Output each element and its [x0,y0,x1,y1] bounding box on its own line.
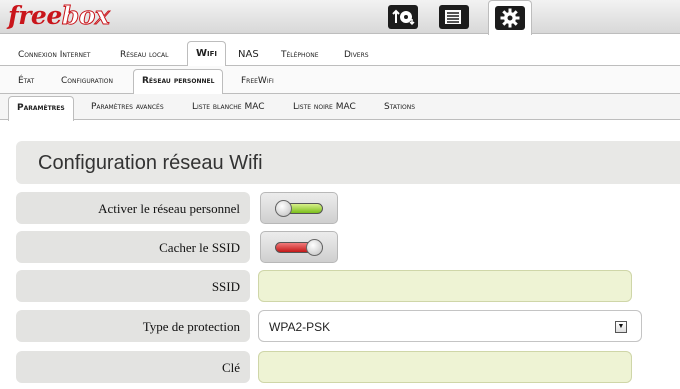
tab-stations[interactable]: Stations [384,102,415,112]
toggle-knob[interactable] [306,239,323,256]
protection-type-select[interactable]: WPA2-PSK ▼ [258,310,642,342]
files-icon[interactable] [432,0,476,34]
toggle-knob[interactable] [275,200,292,217]
tab-reseau-local[interactable]: Réseau local [120,50,169,60]
freebox-logo[interactable]: freebox [8,1,110,31]
activate-network-toggle[interactable] [260,192,338,224]
tertiary-tabs: Paramètres Paramètres avancés Liste blan… [0,94,680,121]
tab-liste-blanche-mac[interactable]: Liste blanche MAC [192,102,265,112]
hide-ssid-label: Cacher le SSID [16,231,250,263]
protection-type-label: Type de protection [16,310,250,342]
ssid-input[interactable] [258,270,632,302]
secondary-tabs: État Configuration Réseau personnel Free… [0,66,680,95]
tab-liste-noire-mac[interactable]: Liste noire MAC [293,102,356,112]
tab-parametres-avances[interactable]: Paramètres avancés [91,102,164,112]
key-input[interactable] [258,351,632,383]
primary-tabs: Connexion Internet Réseau local Wifi NAS… [0,34,680,67]
tab-connexion-internet[interactable]: Connexion Internet [18,50,90,60]
hide-ssid-toggle[interactable] [260,231,338,263]
tab-nas[interactable]: NAS [238,49,259,60]
settings-gear-icon[interactable] [488,0,532,35]
tab-parametres[interactable]: Paramètres [8,96,74,121]
dropdown-arrow-icon[interactable]: ▼ [615,321,627,333]
tab-configuration[interactable]: Configuration [61,76,113,86]
tab-telephone[interactable]: Téléphone [281,50,319,60]
ssid-label: SSID [16,270,250,302]
tab-etat[interactable]: État [18,76,34,86]
key-label: Clé [16,351,250,383]
tab-wifi[interactable]: Wifi [187,41,227,67]
tab-reseau-personnel[interactable]: Réseau personnel [133,69,224,95]
protection-type-value: WPA2-PSK [269,320,331,334]
tab-divers[interactable]: Divers [344,50,369,60]
activate-network-label: Activer le réseau personnel [16,192,250,224]
top-bar: freebox [0,0,680,35]
transfer-icon[interactable] [381,0,425,34]
logo-free-text: free [8,1,62,30]
tab-freewifi[interactable]: FreeWifi [241,76,274,86]
logo-box-text: box [61,1,110,31]
section-title: Configuration réseau Wifi [16,141,680,184]
